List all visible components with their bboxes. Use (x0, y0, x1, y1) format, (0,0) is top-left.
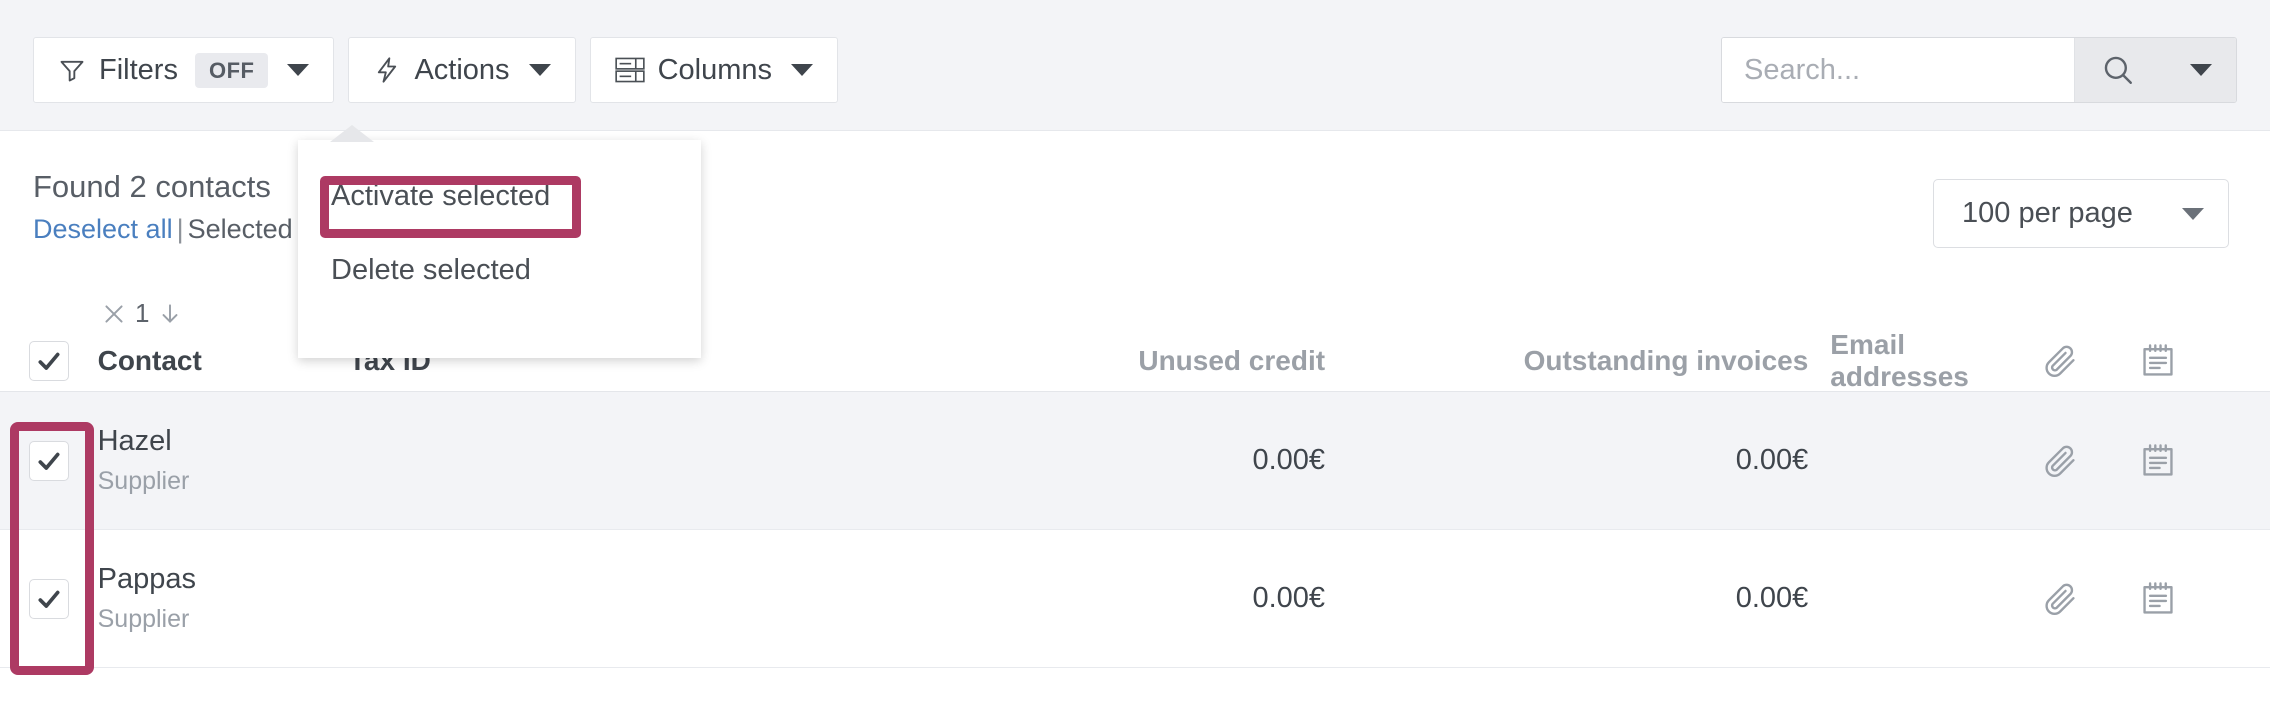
table-row[interactable]: Hazel Supplier 0.00€ 0.00€ (0, 392, 2270, 530)
per-page-select[interactable]: 100 per page (1933, 179, 2229, 248)
contact-name: Pappas (97, 563, 196, 596)
search-icon (2101, 53, 2135, 87)
separator: | (176, 213, 184, 244)
close-x-icon[interactable] (101, 301, 127, 327)
contacts-table: 1 Contact Tax ID Unused credit Outstandi… (0, 298, 2270, 668)
row-contact-cell[interactable]: Hazel Supplier (98, 425, 349, 495)
contact-name: Hazel (97, 425, 172, 458)
select-all-checkbox[interactable] (28, 340, 69, 381)
columns-label: Columns (657, 53, 772, 86)
menu-item-activate-selected[interactable]: Activate selected (298, 170, 550, 222)
search-bar (1721, 37, 2237, 103)
notebook-icon[interactable] (2139, 580, 2177, 618)
deselect-all-link[interactable]: Deselect all (33, 214, 173, 244)
search-submit-button[interactable] (2074, 38, 2160, 102)
actions-label: Actions (414, 53, 510, 86)
chevron-down-icon (791, 64, 813, 76)
contact-role: Supplier (97, 604, 190, 633)
actions-button[interactable]: Actions (348, 37, 576, 103)
sort-index: 1 (135, 298, 150, 328)
row-outstanding-invoices-cell: 0.00€ (1735, 582, 1809, 614)
chevron-down-icon (528, 64, 551, 76)
toolbar-button-group: Filters OFF Actions Columns (33, 37, 838, 103)
actions-dropdown-menu: Activate selected Delete selected (298, 140, 701, 358)
chevron-down-icon (287, 64, 310, 76)
top-toolbar: Filters OFF Actions Columns Search... (0, 0, 2270, 131)
filters-button[interactable]: Filters OFF (33, 37, 335, 103)
paperclip-icon[interactable] (2041, 580, 2079, 618)
row-outstanding-invoices-cell: 0.00€ (1735, 444, 1809, 476)
funnel-icon (58, 56, 86, 84)
row-select-cell (0, 440, 98, 481)
row-select-cell (0, 578, 98, 619)
chevron-down-icon (2190, 64, 2212, 76)
column-header-outstanding-invoices[interactable]: Outstanding invoices (1325, 345, 1809, 377)
table-row[interactable]: Pappas Supplier 0.00€ 0.00€ (0, 530, 2270, 668)
row-checkbox[interactable] (28, 440, 69, 481)
notebook-icon[interactable] (2139, 342, 2177, 380)
column-header-unused-credit[interactable]: Unused credit (726, 345, 1325, 377)
contact-role: Supplier (97, 466, 190, 495)
per-page-label: 100 per page (1962, 197, 2133, 229)
filters-label: Filters (99, 53, 178, 86)
row-checkbox[interactable] (28, 578, 69, 619)
chevron-down-icon (2182, 207, 2204, 220)
row-icon-group (2041, 580, 2270, 618)
sort-indicator[interactable]: 1 (101, 298, 183, 329)
menu-item-delete-selected[interactable]: Delete selected (298, 244, 531, 296)
paperclip-icon[interactable] (2041, 342, 2079, 380)
row-unused-credit-cell: 0.00€ (1252, 444, 1326, 476)
dropdown-arrow (330, 125, 374, 142)
lightning-bolt-icon (373, 56, 401, 84)
column-header-email-addresses[interactable]: Email addresses (1808, 329, 2041, 393)
search-input[interactable] (1722, 38, 2074, 102)
row-unused-credit-cell: 0.00€ (1252, 582, 1326, 614)
select-all-cell (0, 340, 98, 381)
row-contact-cell[interactable]: Pappas Supplier (98, 563, 349, 633)
columns-button[interactable]: Columns (589, 37, 838, 103)
row-icon-group (2041, 442, 2270, 480)
search-options-button[interactable] (2160, 38, 2236, 102)
arrow-down-icon[interactable] (157, 301, 183, 327)
table-header-icon-group (2041, 342, 2270, 380)
columns-icon (614, 56, 645, 84)
filters-state-badge: OFF (194, 52, 269, 88)
notebook-icon[interactable] (2139, 442, 2177, 480)
paperclip-icon[interactable] (2041, 442, 2079, 480)
